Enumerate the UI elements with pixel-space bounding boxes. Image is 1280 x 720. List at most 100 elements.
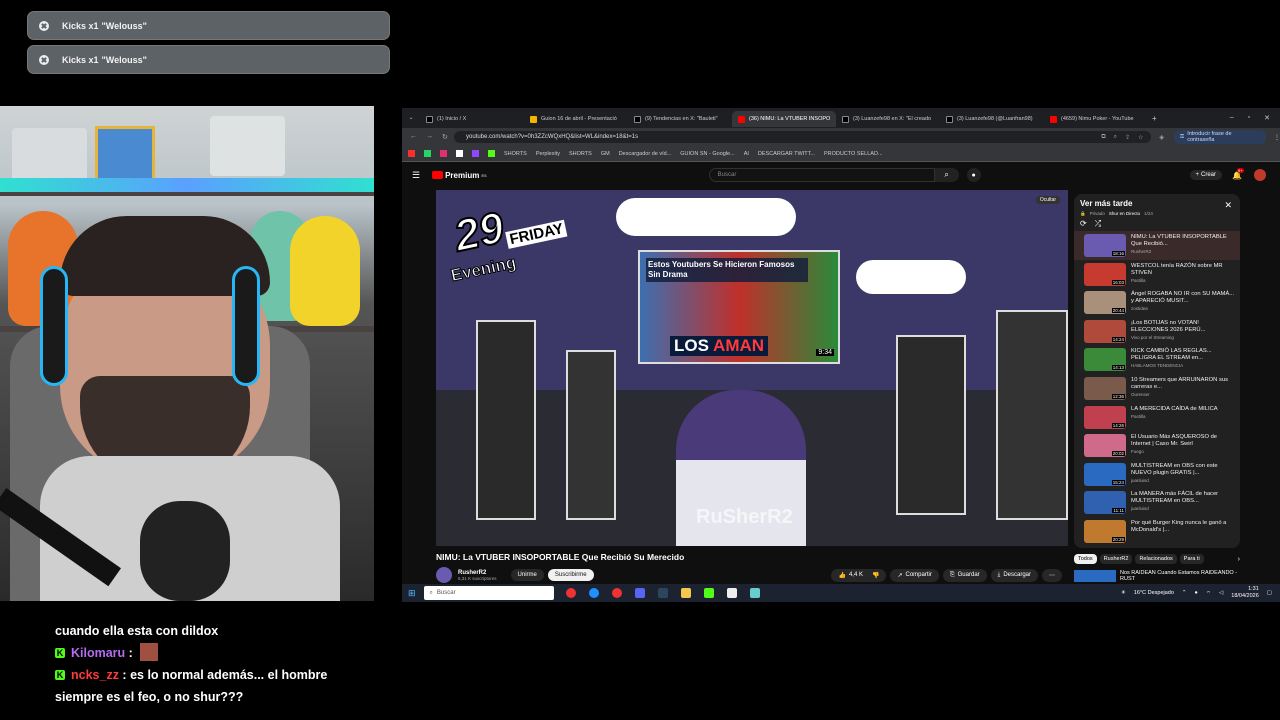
like-button[interactable]: 👍 4,4 K 👎 — [831, 568, 887, 582]
screenshot-icon[interactable]: ⧉ — [1101, 134, 1105, 141]
bookmark-icon[interactable] — [456, 150, 463, 157]
playlist-item[interactable]: 20:29 Por qué Burger King nunca le ganó a… — [1074, 517, 1240, 546]
new-tab-icon[interactable]: + — [1152, 114, 1157, 123]
subscribe-button[interactable]: Suscribirme — [547, 569, 594, 581]
bookmark-icon[interactable] — [472, 150, 479, 157]
more-actions-button[interactable]: ⋯ — [1042, 568, 1062, 582]
url-field[interactable]: youtube.com/watch?v=0h3ZZcWQxHQ&list=WL&… — [454, 131, 1152, 143]
bookmark-item[interactable]: AI — [744, 151, 749, 157]
forward-icon[interactable]: → — [426, 133, 433, 141]
playlist-item[interactable]: 15:24 MULTISTREAM en OBS con este NUEVO p… — [1074, 460, 1240, 489]
search-input[interactable]: Buscar — [708, 168, 935, 182]
next-video-item[interactable]: Nos RAIDEAN Cuando Estamos RAIDEANDO - R… — [1074, 570, 1240, 582]
folder-icon[interactable] — [680, 588, 691, 598]
end-screen-card[interactable]: Estos Youtubers Se Hicieron Famosos Sin … — [638, 250, 840, 364]
notion-icon[interactable] — [726, 588, 737, 598]
create-button[interactable]: + Crear — [1189, 170, 1223, 180]
bookmark-icon[interactable] — [488, 150, 495, 157]
discord-icon[interactable] — [634, 588, 645, 598]
bookmark-icon[interactable] — [424, 150, 431, 157]
zoom-icon[interactable]: ⌕ — [1114, 134, 1117, 141]
save-button[interactable]: ⎘ Guardar — [942, 568, 987, 582]
menu-dots-icon[interactable]: ⋮ — [1274, 134, 1280, 141]
bookmark-item[interactable]: PRODUCTO SELLAD... — [824, 151, 883, 157]
chip-channel[interactable]: RusherR2 — [1099, 554, 1133, 564]
playlist-item[interactable]: 14:13 KICK CAMBIÓ LAS REGLAS... PELIGRA E… — [1074, 345, 1240, 374]
join-button[interactable]: Unirme — [510, 569, 544, 581]
voice-search-button[interactable]: ● — [966, 168, 981, 182]
windows-start-icon[interactable]: ⊞ — [408, 588, 416, 599]
playlist-item[interactable]: 18:16 NIMU: La VTUBER INSOPORTABLE Que Re… — [1074, 231, 1240, 260]
playlist-item[interactable]: 14:26 LA MERECIDA CAÍDA de MILICA Pastilla — [1074, 403, 1240, 432]
chrome-profile-icon[interactable] — [611, 588, 622, 598]
share-icon[interactable]: ⇪ — [1125, 134, 1130, 141]
reload-icon[interactable]: ↻ — [442, 133, 448, 141]
close-window-icon[interactable]: ✕ — [1264, 114, 1270, 122]
back-icon[interactable]: ← — [410, 133, 417, 141]
download-button[interactable]: ⤓ Descargar — [990, 568, 1038, 582]
bookmark-item[interactable]: Perplexity — [536, 151, 560, 157]
search-button[interactable]: ⌕ — [934, 168, 959, 182]
bookmark-item[interactable]: GM — [601, 151, 610, 157]
bookmark-item[interactable]: GUION SN - Google... — [680, 151, 734, 157]
microphone-icon[interactable]: ● — [1195, 590, 1198, 596]
extension-icon[interactable]: ◈ — [1159, 134, 1164, 141]
taskbar-search[interactable]: ⌕ Buscar — [423, 586, 554, 600]
notifications-icon[interactable]: ▢ — [1267, 590, 1272, 596]
minimize-icon[interactable]: – — [1230, 114, 1234, 122]
playlist-item[interactable]: 11:11 La MANERA más FÁCIL de hacer MULTIS… — [1074, 488, 1240, 517]
browser-tab-active[interactable]: (36) NIMU: La VTUBER INSOPO — [732, 111, 836, 127]
browser-tab[interactable]: (4659) Nimu Poker - YouTube — [1044, 111, 1148, 127]
bookmark-icon: ⎘ — [949, 571, 955, 578]
playlist-item[interactable]: 12:36 10 Streamers que ARRUINARON sus car… — [1074, 374, 1240, 403]
browser-tab[interactable]: (1) Inicio / X — [420, 111, 524, 127]
clock[interactable]: 1:31 18/04/2026 — [1231, 586, 1259, 600]
volume-icon[interactable]: ◁ — [1219, 590, 1223, 596]
bookmark-star-icon[interactable]: ☆ — [1138, 134, 1143, 141]
password-button[interactable]: ⚿ Introducir frase de contraseña — [1174, 130, 1266, 144]
bookmark-item[interactable]: DESCARGAR TWITT... — [758, 151, 815, 157]
weather-text[interactable]: 16°C Despejado — [1134, 590, 1174, 596]
chrome-icon[interactable] — [565, 588, 576, 598]
edge-icon[interactable] — [588, 588, 599, 598]
chevron-right-icon[interactable]: › — [1238, 556, 1240, 563]
chip-related[interactable]: Relacionados — [1135, 554, 1177, 564]
loop-icon[interactable]: ⟳ — [1080, 219, 1087, 229]
playlist-item[interactable]: 20:44 Ángel ROGABA NO IR con SU MAMÁ... y… — [1074, 288, 1240, 317]
tab-menu-icon[interactable]: ⌄ — [402, 115, 420, 121]
avatar[interactable] — [1254, 169, 1266, 181]
video-player[interactable]: 29 FRIDAY Evening Ocultar Estos Youtuber… — [436, 190, 1068, 546]
browser-tab[interactable]: (3) Luanzefe98 (@Luanfran98) — [940, 111, 1044, 127]
steam-icon[interactable] — [657, 588, 668, 598]
playlist-owner[interactable]: Shur en Directo — [1109, 211, 1140, 217]
youtube-logo[interactable]: Premium ES — [432, 171, 487, 180]
hamburger-icon[interactable]: ☰ — [412, 170, 420, 181]
share-button[interactable]: ↗ Compartir — [890, 568, 939, 582]
chip-all[interactable]: Todos — [1074, 554, 1097, 564]
bookmark-item[interactable]: Descargador de víd... — [619, 151, 672, 157]
notifications-bell-icon[interactable]: 🔔 9+ — [1232, 167, 1244, 180]
shuffle-icon[interactable]: ⤮ — [1095, 219, 1101, 229]
bookmark-item[interactable]: SHORTS — [569, 151, 592, 157]
browser-tab[interactable]: Guion 16 de abril - Presentació — [524, 111, 628, 127]
bookmark-icon[interactable] — [408, 150, 415, 157]
channel-avatar[interactable] — [436, 567, 452, 583]
network-icon[interactable]: ⌔ — [1206, 590, 1211, 597]
weather-icon[interactable]: ☀ — [1121, 590, 1126, 596]
browser-tab[interactable]: (9) Tendencias en X: "Bauleti" — [628, 111, 732, 127]
maximize-icon[interactable]: ▫ — [1248, 114, 1250, 122]
tray-chevron-icon[interactable]: ⌃ — [1182, 590, 1187, 596]
hide-button[interactable]: Ocultar — [1035, 196, 1060, 204]
playlist-title: Ver más tarde — [1080, 199, 1133, 208]
playlist-item[interactable]: 14:24 ¡Los BOTIJAS no VOTAN! ELECCIONES 2… — [1074, 317, 1240, 346]
notepad-icon[interactable] — [749, 588, 760, 598]
app-icon[interactable] — [703, 588, 714, 598]
close-playlist-icon[interactable]: ✕ — [1224, 200, 1232, 211]
playlist-item[interactable]: 20:02 El Usuario Más ASQUEROSO de Interne… — [1074, 431, 1240, 460]
browser-tab[interactable]: (3) Luanzefe98 en X: "El creado — [836, 111, 940, 127]
chip-for-you[interactable]: Para ti — [1179, 554, 1204, 564]
bookmark-icon[interactable] — [440, 150, 447, 157]
playlist-item[interactable]: 16:03 WESTCOL tenía RAZÓN sobre MR STIVEN… — [1074, 260, 1240, 289]
bookmark-item[interactable]: SHORTS — [504, 151, 527, 157]
thumbs-down-icon[interactable]: 👎 — [872, 572, 879, 579]
